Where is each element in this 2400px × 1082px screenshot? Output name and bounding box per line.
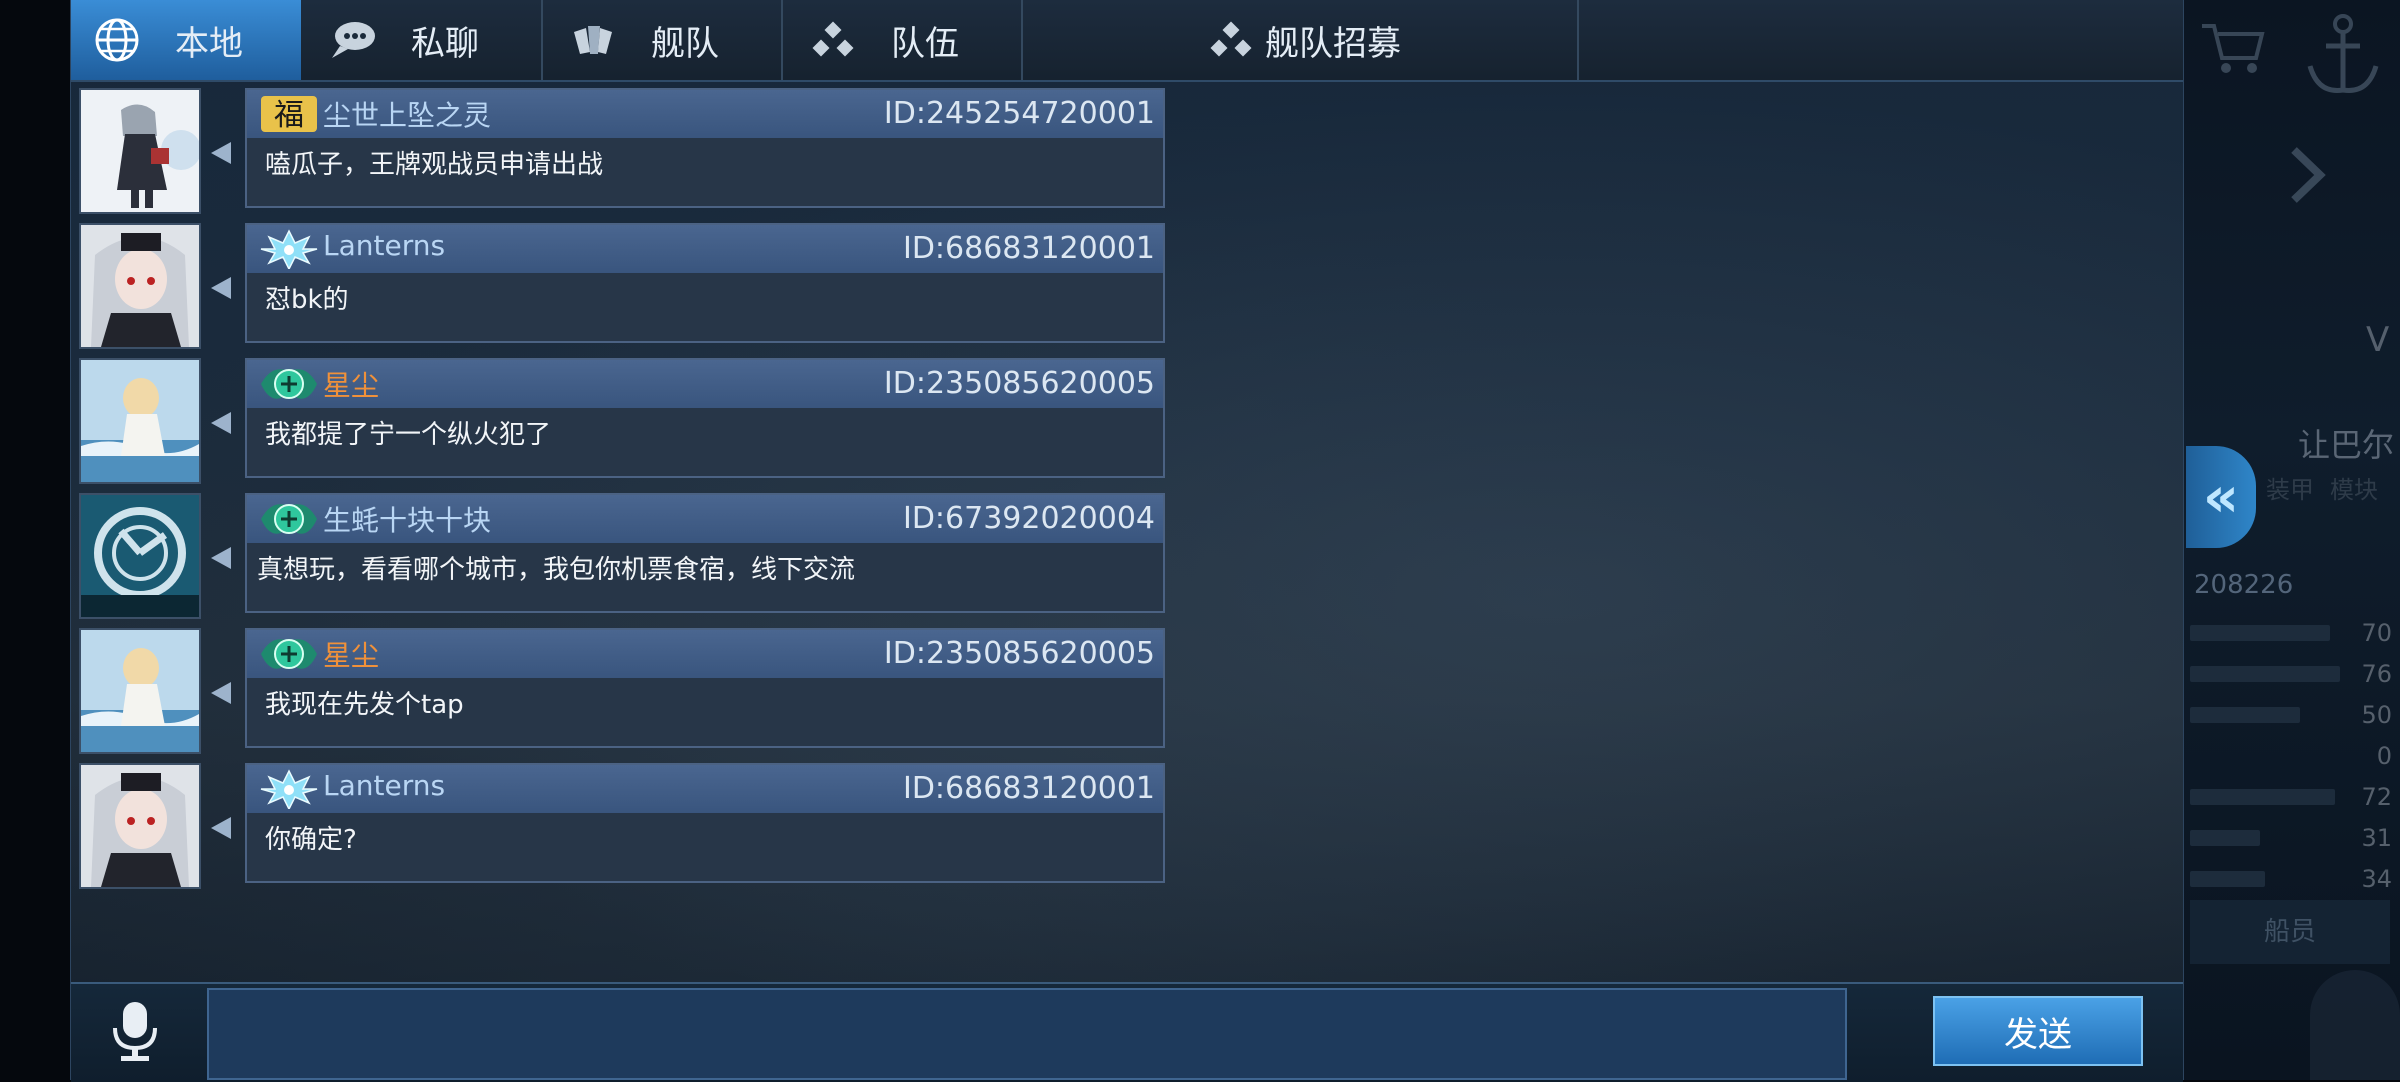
snowflake-badge-icon: [257, 229, 321, 271]
collapse-panel-button[interactable]: «: [2186, 446, 2256, 548]
emblem-badge-icon: [257, 499, 321, 539]
sender-id: ID:245254720001: [883, 96, 1155, 131]
chat-input-bar: 发送: [71, 982, 2183, 1082]
bg-stat-row: 70: [2180, 615, 2400, 649]
bubble-pointer: [211, 682, 231, 704]
bg-stat-row: 76: [2180, 656, 2400, 690]
bubble-pointer: [211, 142, 231, 164]
bubble-pointer: [211, 817, 231, 839]
message-bubble: Lanterns ID:68683120001 怼bk的: [245, 223, 1165, 343]
message-header: Lanterns ID:68683120001: [247, 225, 1163, 273]
emblem-badge-icon: [257, 364, 321, 404]
sender-id: ID:68683120001: [902, 771, 1155, 806]
chat-message: 星尘 ID:235085620005 我都提了宁一个纵火犯了: [75, 358, 1175, 490]
message-text: 真想玩，看看哪个城市，我包你机票食宿，线下交流: [257, 555, 856, 585]
bubble-pointer: [211, 412, 231, 434]
sender-id: ID:67392020004: [902, 501, 1155, 536]
message-bubble: 星尘 ID:235085620005 我都提了宁一个纵火犯了: [245, 358, 1165, 478]
message-text: 我都提了宁一个纵火犯了: [265, 420, 552, 450]
sender-name[interactable]: 星尘: [323, 634, 379, 674]
tab-fleet[interactable]: 舰队: [547, 0, 783, 80]
bg-armor-label: 装甲: [2266, 476, 2314, 504]
shopping-cart-icon: [2202, 24, 2265, 73]
avatar[interactable]: [79, 763, 201, 889]
sender-name[interactable]: 尘世上坠之灵: [323, 94, 491, 134]
bg-stat-row: 72: [2180, 779, 2400, 813]
chat-tab-bar: 本地 私聊 舰队 队伍 舰队招募: [71, 0, 2183, 82]
avatar[interactable]: [79, 88, 201, 214]
bg-module-label: 模块: [2330, 476, 2378, 504]
message-bubble: 生蚝十块十块 ID:67392020004 真想玩，看看哪个城市，我包你机票食宿…: [245, 493, 1165, 613]
chat-message: 星尘 ID:235085620005 我现在先发个tap: [75, 628, 1175, 760]
fleet-icon: [565, 12, 621, 68]
avatar[interactable]: [79, 493, 201, 619]
tab-label: 舰队招募: [1265, 23, 1401, 64]
bubble-pointer: [211, 277, 231, 299]
tab-local[interactable]: 本地: [71, 0, 301, 80]
double-chevron-left-icon: «: [2202, 464, 2240, 530]
tab-label: 本地: [175, 23, 243, 64]
tab-label: 私聊: [411, 23, 479, 64]
send-button[interactable]: 发送: [1933, 996, 2143, 1066]
chat-message: Lanterns ID:68683120001 怼bk的: [75, 223, 1175, 355]
sender-name[interactable]: 星尘: [323, 364, 379, 404]
chat-message: 福 尘世上坠之灵 ID:245254720001 嗑瓜子，王牌观战员申请出战: [75, 88, 1175, 220]
arrow-right-icon: [2291, 147, 2326, 203]
emblem-badge-icon: [257, 634, 321, 674]
snowflake-badge-icon: [257, 769, 321, 811]
bg-stat-row: 34: [2180, 861, 2400, 895]
sender-id: ID:235085620005: [883, 366, 1155, 401]
chat-bubble-icon: [325, 12, 381, 68]
anchor-icon: [2307, 14, 2379, 93]
bg-ship-name: 让巴尔: [2298, 426, 2395, 464]
tab-fleet-recruit[interactable]: 舰队招募: [1027, 0, 1579, 80]
sender-name[interactable]: 生蚝十块十块: [323, 499, 491, 539]
tab-label: 舰队: [651, 23, 719, 64]
sender-name[interactable]: Lanterns: [323, 769, 445, 802]
chat-panel: 本地 私聊 舰队 队伍 舰队招募 福 尘世上坠之灵 ID:24525472000…: [70, 0, 2184, 1082]
svg-text:福: 福: [274, 98, 304, 133]
message-header: 生蚝十块十块 ID:67392020004: [247, 495, 1163, 543]
message-bubble: 星尘 ID:235085620005 我现在先发个tap: [245, 628, 1165, 748]
message-text: 嗑瓜子，王牌观战员申请出战: [265, 150, 604, 180]
fu-badge-icon: 福: [257, 94, 321, 134]
bg-v-label: V: [2366, 320, 2390, 360]
chat-message: Lanterns ID:68683120001 你确定?: [75, 763, 1175, 895]
avatar[interactable]: [79, 628, 201, 754]
message-header: 福 尘世上坠之灵 ID:245254720001: [247, 90, 1163, 138]
microphone-icon: [109, 1000, 161, 1068]
sender-id: ID:68683120001: [902, 231, 1155, 266]
message-text: 我现在先发个tap: [265, 690, 464, 720]
team-dots-icon: [805, 12, 861, 68]
message-header: Lanterns ID:68683120001: [247, 765, 1163, 813]
sender-name[interactable]: Lanterns: [323, 229, 445, 262]
tab-label: 队伍: [891, 23, 959, 64]
bg-stat-row: 31: [2180, 820, 2400, 854]
bg-crew-button: 船员: [2190, 900, 2390, 964]
globe-icon: [89, 12, 145, 68]
message-text: 怼bk的: [265, 285, 349, 315]
avatar[interactable]: [79, 358, 201, 484]
tab-team[interactable]: 队伍: [787, 0, 1023, 80]
bg-stat-row: 50: [2180, 697, 2400, 731]
bg-character-avatar: [2310, 970, 2400, 1080]
bg-player-id: 208226: [2194, 570, 2294, 600]
bg-stat-row: 0: [2376, 742, 2392, 770]
chat-message: 生蚝十块十块 ID:67392020004 真想玩，看看哪个城市，我包你机票食宿…: [75, 493, 1175, 625]
tab-private-chat[interactable]: 私聊: [307, 0, 543, 80]
chat-message-input[interactable]: [207, 988, 1847, 1080]
voice-button[interactable]: [99, 998, 171, 1070]
message-text: 你确定?: [265, 825, 357, 855]
message-header: 星尘 ID:235085620005: [247, 360, 1163, 408]
bubble-pointer: [211, 547, 231, 569]
message-bubble: Lanterns ID:68683120001 你确定?: [245, 763, 1165, 883]
app-screen: V 让巴尔 装甲 模块 208226 70 76 50 0 72 31 34 船…: [0, 0, 2400, 1082]
message-header: 星尘 ID:235085620005: [247, 630, 1163, 678]
sender-id: ID:235085620005: [883, 636, 1155, 671]
avatar[interactable]: [79, 223, 201, 349]
recruit-dots-icon: [1203, 12, 1259, 68]
message-bubble: 福 尘世上坠之灵 ID:245254720001 嗑瓜子，王牌观战员申请出战: [245, 88, 1165, 208]
